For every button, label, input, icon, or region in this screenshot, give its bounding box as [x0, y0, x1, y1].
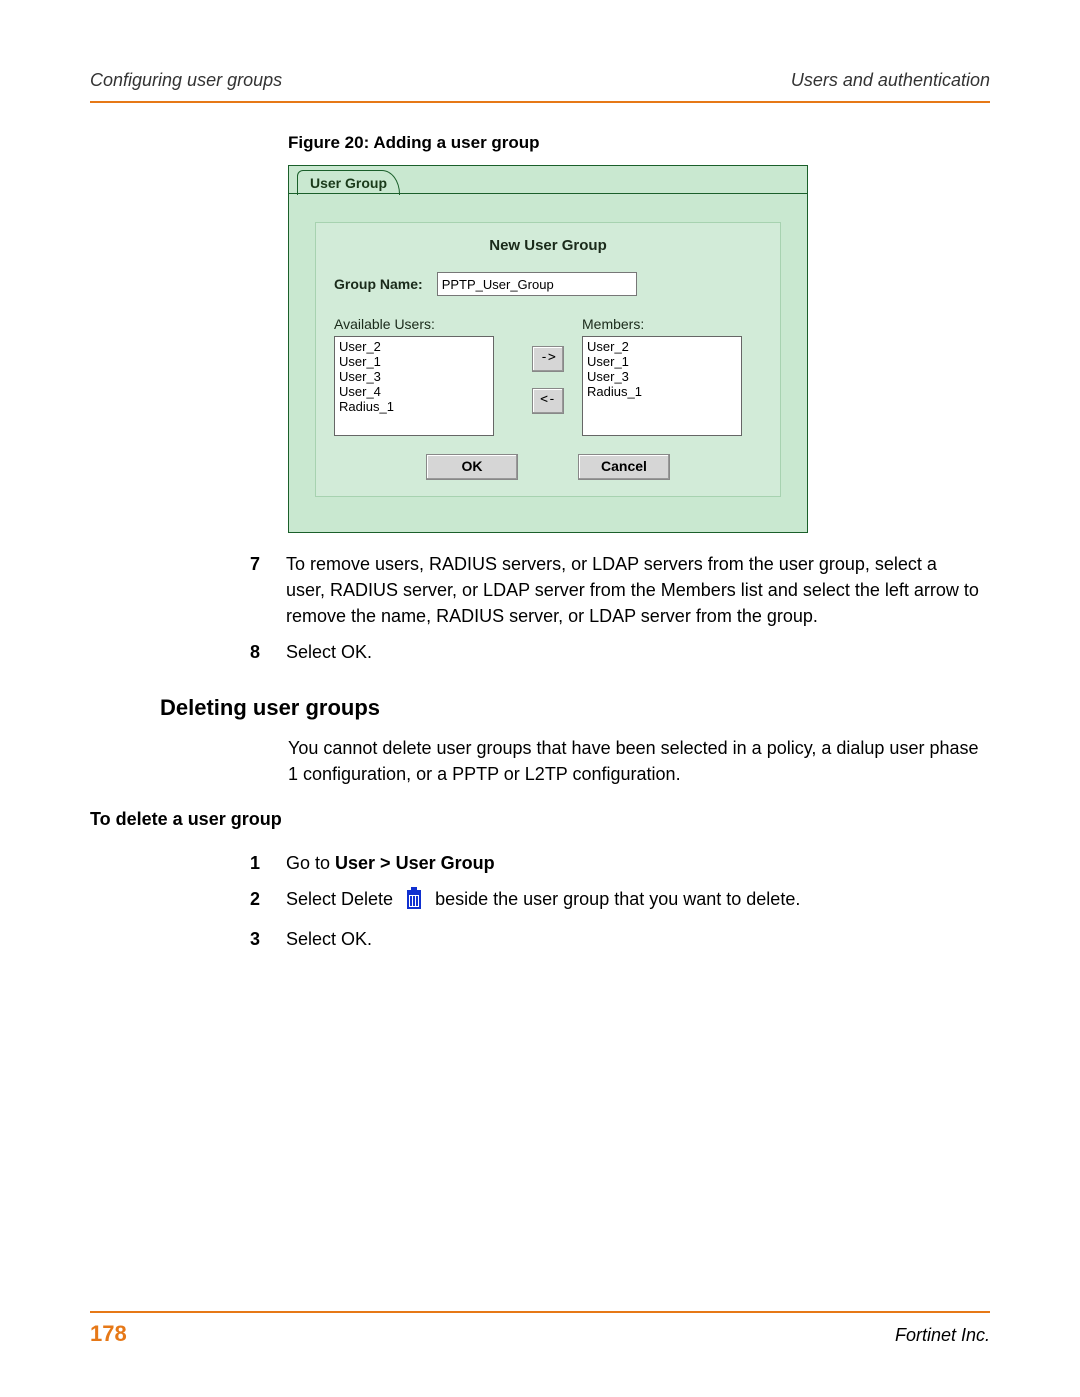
trash-icon	[404, 887, 424, 916]
header-left: Configuring user groups	[90, 70, 282, 91]
figure-caption: Figure 20: Adding a user group	[288, 133, 990, 153]
section-heading: Deleting user groups	[160, 695, 990, 721]
step-text: Select Delete beside the user group that…	[286, 886, 990, 916]
members-label: Members:	[582, 316, 762, 332]
cancel-button[interactable]: Cancel	[578, 454, 670, 480]
step-text: Select OK.	[286, 639, 980, 665]
group-name-label: Group Name:	[334, 276, 423, 292]
step-text: To remove users, RADIUS servers, or LDAP…	[286, 551, 980, 629]
step-number: 7	[240, 551, 260, 629]
delete-steps: 1 Go to User > User Group 2 Select Delet…	[240, 850, 990, 952]
section-intro: You cannot delete user groups that have …	[288, 735, 990, 787]
available-users-list[interactable]: User_2 User_1 User_3 User_4 Radius_1	[334, 336, 494, 436]
step2-before: Select Delete	[286, 889, 398, 909]
step-text: Go to User > User Group	[286, 850, 990, 876]
delete-subheading: To delete a user group	[90, 806, 990, 832]
footer-rule	[90, 1311, 990, 1313]
step-number: 8	[240, 639, 260, 665]
step-number: 3	[240, 926, 260, 952]
step-number: 1	[240, 850, 260, 876]
group-name-row: Group Name:	[334, 272, 762, 296]
available-users-label: Available Users:	[334, 316, 514, 332]
page-footer: 178 Fortinet Inc.	[90, 1311, 990, 1347]
ok-button[interactable]: OK	[426, 454, 518, 480]
new-user-group-panel: New User Group Group Name: Available Use…	[315, 222, 781, 497]
members-column: Members: User_2 User_1 User_3 Radius_1	[582, 316, 762, 436]
step2-after: beside the user group that you want to d…	[435, 889, 800, 909]
step-8: 8 Select OK.	[240, 639, 980, 665]
step-text: Select OK.	[286, 926, 990, 952]
footer-company: Fortinet Inc.	[895, 1325, 990, 1346]
members-list[interactable]: User_2 User_1 User_3 Radius_1	[582, 336, 742, 436]
tab-user-group[interactable]: User Group	[297, 170, 400, 195]
dialog-screenshot: User Group New User Group Group Name: Av…	[288, 165, 808, 533]
step1-prefix: Go to	[286, 853, 335, 873]
step1-bold: User > User Group	[335, 853, 495, 873]
transfer-arrows: -> <-	[532, 346, 564, 414]
add-member-button[interactable]: ->	[532, 346, 564, 372]
document-page: Configuring user groups Users and authen…	[0, 0, 1080, 1397]
group-name-input[interactable]	[437, 272, 637, 296]
panel-title: New User Group	[334, 237, 762, 254]
running-header: Configuring user groups Users and authen…	[90, 70, 990, 91]
header-right: Users and authentication	[791, 70, 990, 91]
available-users-column: Available Users: User_2 User_1 User_3 Us…	[334, 316, 514, 436]
header-rule	[90, 101, 990, 103]
tab-bar: User Group	[289, 166, 807, 194]
step-7: 7 To remove users, RADIUS servers, or LD…	[240, 551, 980, 629]
remove-member-button[interactable]: <-	[532, 388, 564, 414]
delete-step-3: 3 Select OK.	[240, 926, 990, 952]
tab-underline	[289, 193, 807, 194]
step-number: 2	[240, 886, 260, 916]
delete-step-1: 1 Go to User > User Group	[240, 850, 990, 876]
steps-top: 7 To remove users, RADIUS servers, or LD…	[240, 551, 980, 665]
page-number: 178	[90, 1321, 127, 1347]
delete-step-2: 2 Select Delete beside the user group th…	[240, 886, 990, 916]
